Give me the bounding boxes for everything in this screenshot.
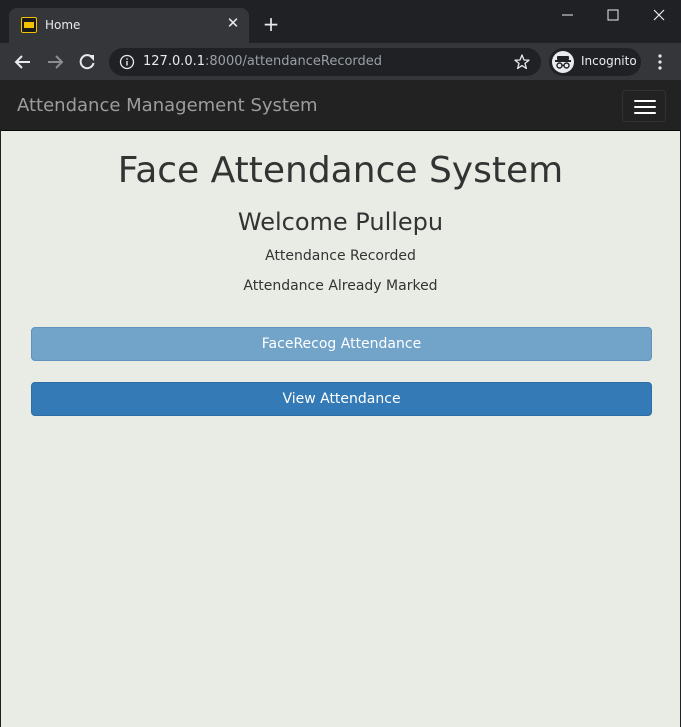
main-content: Face Attendance System Welcome Pullepu A…: [1, 131, 680, 727]
facerecog-attendance-button[interactable]: FaceRecog Attendance: [31, 327, 652, 361]
browser-tab[interactable]: Home ✕: [9, 8, 249, 43]
forward-icon[interactable]: [45, 52, 65, 72]
reload-icon[interactable]: [77, 52, 97, 72]
info-icon[interactable]: [119, 54, 135, 70]
maximize-icon[interactable]: [601, 6, 625, 24]
navbar-toggle-button[interactable]: [622, 90, 666, 122]
close-window-icon[interactable]: [647, 6, 671, 24]
incognito-icon: [552, 51, 574, 73]
favicon-icon: [21, 17, 37, 33]
incognito-badge[interactable]: Incognito: [549, 48, 641, 76]
hamburger-bar: [634, 112, 656, 114]
hamburger-bar: [634, 106, 656, 108]
status-message-already-marked: Attendance Already Marked: [243, 278, 438, 294]
navbar-brand[interactable]: Attendance Management System: [17, 95, 318, 116]
new-tab-icon[interactable]: +: [262, 14, 280, 34]
bookmark-star-icon[interactable]: [513, 53, 531, 71]
site-navbar: Attendance Management System: [1, 80, 680, 131]
address-bar[interactable]: 127.0.0.1:8000/attendanceRecorded: [109, 48, 541, 76]
page-title: Face Attendance System: [117, 150, 564, 191]
url-host: 127.0.0.1: [143, 54, 206, 69]
url-path: :8000/attendanceRecorded: [205, 54, 383, 69]
tab-close-icon[interactable]: ✕: [225, 15, 241, 31]
browser-menu-icon[interactable]: [652, 52, 668, 72]
view-attendance-button[interactable]: View Attendance: [31, 382, 652, 416]
browser-titlebar: Home ✕ +: [0, 0, 681, 43]
browser-toolbar: 127.0.0.1:8000/attendanceRecorded Incogn…: [0, 43, 681, 80]
welcome-heading: Welcome Pullepu: [237, 208, 444, 236]
url-text[interactable]: 127.0.0.1:8000/attendanceRecorded: [143, 54, 382, 69]
back-icon[interactable]: [13, 52, 33, 72]
status-message-recorded: Attendance Recorded: [265, 248, 416, 264]
incognito-label: Incognito: [581, 54, 637, 68]
tab-title: Home: [45, 18, 81, 32]
page-viewport: Attendance Management System Face Attend…: [1, 80, 680, 727]
hamburger-bar: [634, 100, 656, 102]
minimize-icon[interactable]: [556, 6, 580, 24]
